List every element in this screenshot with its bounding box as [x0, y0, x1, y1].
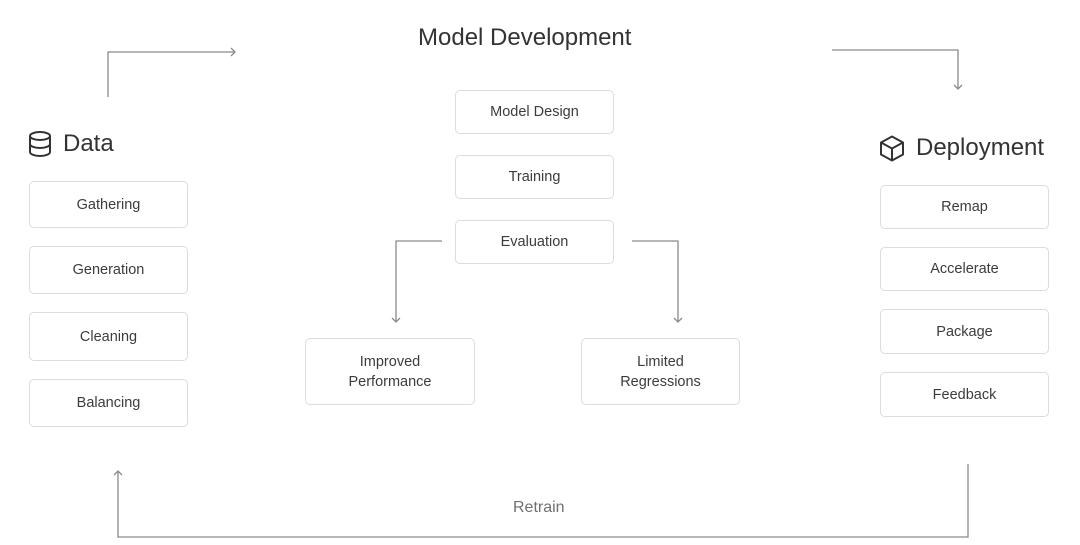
deploy-step-remap: Remap	[880, 185, 1049, 229]
data-heading: Data	[28, 130, 114, 158]
arrow-model-to-deployment	[832, 49, 959, 89]
model-development-heading: Model Development	[418, 24, 631, 52]
model-step-training: Training	[455, 155, 614, 199]
data-title: Data	[63, 130, 114, 157]
model-step-evaluation: Evaluation	[455, 220, 614, 264]
cube-icon	[880, 135, 904, 161]
deployment-heading: Deployment	[879, 134, 1044, 162]
deployment-title: Deployment	[916, 134, 1045, 161]
arrow-data-to-model	[107, 51, 235, 97]
outcome-improved-performance: Improved Performance	[305, 338, 475, 405]
data-step-cleaning: Cleaning	[29, 312, 188, 361]
arrow-eval-to-improved	[395, 240, 442, 322]
deploy-step-feedback: Feedback	[880, 372, 1049, 417]
outcome-limited-regressions-label: Limited Regressions	[620, 353, 701, 390]
retrain-label: Retrain	[513, 499, 565, 516]
database-icon	[29, 131, 51, 157]
model-development-title: Model Development	[418, 24, 632, 51]
deploy-step-accelerate: Accelerate	[880, 247, 1049, 291]
data-step-generation: Generation	[29, 246, 188, 294]
outcome-limited-regressions: Limited Regressions	[581, 338, 740, 405]
arrow-eval-to-limited	[632, 240, 679, 322]
model-step-model-design: Model Design	[455, 90, 614, 134]
data-step-gathering: Gathering	[29, 181, 188, 228]
data-step-balancing: Balancing	[29, 379, 188, 427]
outcome-improved-performance-label: Improved Performance	[348, 353, 432, 390]
deploy-step-package: Package	[880, 309, 1049, 354]
